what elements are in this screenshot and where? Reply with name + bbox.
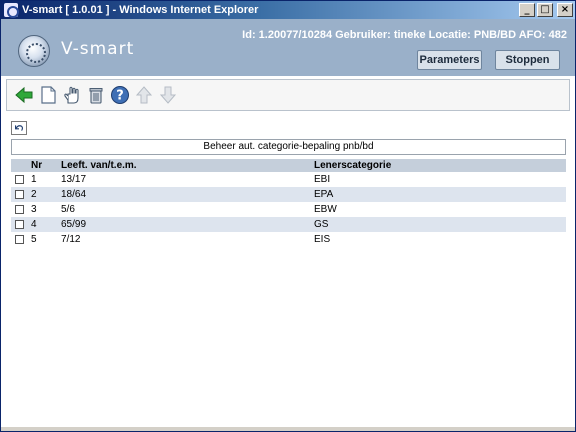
row-checkbox[interactable] [15, 189, 24, 199]
row-checkbox[interactable] [15, 234, 24, 244]
arrow-down-icon[interactable] [158, 85, 178, 105]
table-row[interactable]: 3 5/6 EBW [11, 202, 566, 217]
window-title: V-smart [ 1.0.01 ] - Windows Internet Ex… [22, 4, 259, 16]
close-button[interactable]: × [557, 3, 573, 17]
table-row[interactable]: 5 7/12 EIS [11, 232, 566, 247]
parameters-button[interactable]: Parameters [417, 50, 482, 70]
maximize-button[interactable]: □ [537, 3, 553, 17]
cell-category: EBW [314, 204, 337, 215]
page-caption: Beheer aut. categorie-bepaling pnb/bd [11, 139, 566, 155]
header-category: Lenerscategorie [311, 159, 566, 172]
svg-text:?: ? [116, 89, 124, 104]
cell-age-range: 13/17 [61, 174, 87, 185]
back-arrow-icon[interactable] [14, 85, 34, 105]
trash-icon[interactable] [86, 85, 106, 105]
category-table: Nr Leeft. van/t.e.m. Lenerscategorie 1 1… [11, 159, 566, 247]
cell-category: EPA [311, 187, 566, 202]
cell-category: EIS [314, 234, 331, 245]
toolbar: ? [6, 79, 570, 111]
cell-category: EBI [314, 174, 331, 185]
table-row[interactable]: 2 18/64 EPA [11, 187, 566, 202]
table-row[interactable]: 1 13/17 EBI [11, 172, 566, 187]
cell-age-range: 5/6 [61, 204, 75, 215]
minimize-button[interactable]: _ [519, 3, 535, 17]
header-age-range: Leeft. van/t.e.m. [58, 159, 311, 172]
app-header: V-smart Id: 1.20077/10284 Gebruiker: tin… [1, 19, 575, 76]
cell-category: GS [311, 217, 566, 232]
hand-select-icon[interactable] [62, 85, 82, 105]
new-document-icon[interactable] [38, 85, 58, 105]
cell-nr: 4 [28, 217, 58, 232]
cell-nr: 3 [31, 204, 37, 215]
undo-icon[interactable] [11, 121, 27, 135]
ie-app-icon [4, 3, 19, 18]
cell-age-range: 65/99 [58, 217, 311, 232]
cell-nr: 1 [31, 174, 37, 185]
help-icon[interactable]: ? [110, 85, 130, 105]
stop-button[interactable]: Stoppen [495, 50, 560, 70]
row-checkbox[interactable] [15, 174, 24, 184]
vsmart-logo-icon [18, 35, 50, 67]
header-select [11, 159, 28, 172]
cell-nr: 2 [28, 187, 58, 202]
session-info: Id: 1.20077/10284 Gebruiker: tineke Loca… [242, 29, 567, 41]
row-checkbox[interactable] [15, 204, 24, 214]
arrow-up-icon[interactable] [134, 85, 154, 105]
cell-age-range: 18/64 [58, 187, 311, 202]
cell-nr: 5 [31, 234, 37, 245]
cell-age-range: 7/12 [61, 234, 81, 245]
header-nr: Nr [28, 159, 58, 172]
window-controls: _ □ × [519, 3, 573, 17]
app-logo-text: V-smart [61, 39, 135, 59]
browser-window: V-smart [ 1.0.01 ] - Windows Internet Ex… [0, 0, 576, 432]
table-header-row: Nr Leeft. van/t.e.m. Lenerscategorie [11, 159, 566, 172]
table-row[interactable]: 4 65/99 GS [11, 217, 566, 232]
row-checkbox[interactable] [15, 219, 24, 229]
status-bar [1, 427, 575, 431]
title-bar: V-smart [ 1.0.01 ] - Windows Internet Ex… [1, 1, 575, 19]
